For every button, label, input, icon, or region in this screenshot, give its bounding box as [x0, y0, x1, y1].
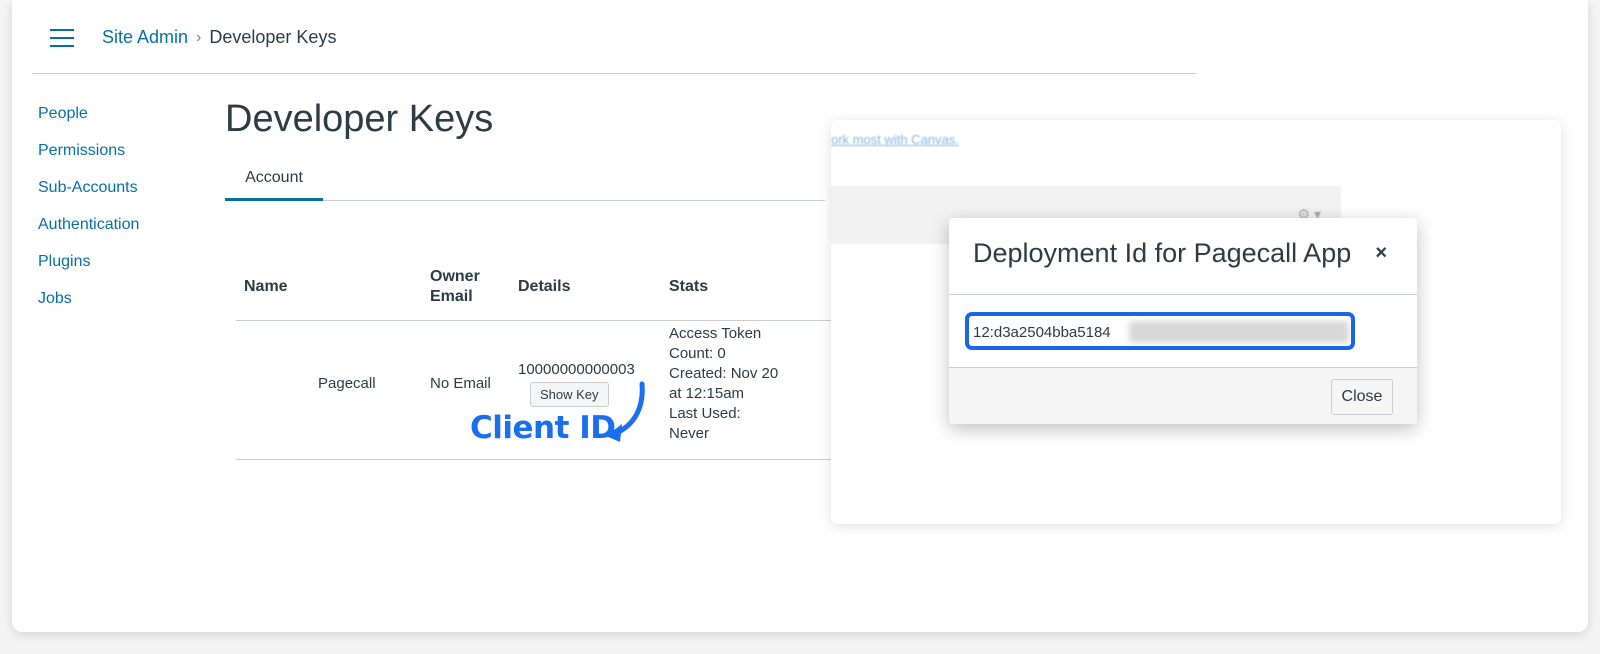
- hamburger-menu-icon[interactable]: [50, 29, 74, 47]
- client-id-annotation: Client ID: [470, 410, 616, 446]
- column-header-stats: Stats: [669, 278, 709, 295]
- page-title: Developer Keys: [225, 98, 494, 140]
- background-link-text: ork most with Canvas.: [831, 132, 959, 147]
- modal-title: Deployment Id for Pagecall App: [973, 238, 1352, 268]
- close-icon[interactable]: ×: [1375, 242, 1387, 265]
- breadcrumb-current: Developer Keys: [209, 27, 337, 47]
- sidebar-item-permissions[interactable]: Permissions: [38, 142, 139, 179]
- top-header: Site Admin › Developer Keys: [32, 0, 1196, 74]
- curved-arrow-icon: [606, 381, 645, 442]
- sidebar-item-jobs[interactable]: Jobs: [38, 290, 139, 327]
- redacted-id-blur: [1129, 321, 1349, 343]
- show-key-button[interactable]: Show Key: [530, 382, 609, 407]
- sidebar-item-people[interactable]: People: [38, 105, 139, 142]
- modal-header: Deployment Id for Pagecall App ×: [949, 218, 1417, 295]
- column-header-details: Details: [518, 278, 571, 295]
- breadcrumb-site-admin-link[interactable]: Site Admin: [102, 27, 188, 48]
- tab-account[interactable]: Account: [225, 163, 323, 201]
- admin-sidebar: People Permissions Sub-Accounts Authenti…: [38, 105, 139, 327]
- key-stats: Access Token Count: 0 Created: Nov 20 at…: [669, 325, 779, 442]
- sidebar-item-authentication[interactable]: Authentication: [38, 216, 139, 253]
- table-header-divider: [236, 320, 836, 321]
- sidebar-item-plugins[interactable]: Plugins: [38, 253, 139, 290]
- column-header-owner-email: Owner Email: [430, 268, 480, 305]
- breadcrumb: Site Admin › Developer Keys: [102, 27, 336, 48]
- deployment-id-highlight: [965, 312, 1355, 350]
- modal-body: [949, 295, 1417, 367]
- breadcrumb-chevron-icon: ›: [196, 28, 202, 46]
- table-row-divider: [236, 459, 836, 460]
- column-header-name: Name: [244, 278, 288, 295]
- key-name: Pagecall: [318, 375, 376, 392]
- modal-footer: Close: [949, 367, 1417, 424]
- deployment-id-modal: Deployment Id for Pagecall App × Close: [949, 218, 1417, 424]
- developer-key-id: 10000000000003: [518, 361, 635, 378]
- owner-email: No Email: [430, 375, 491, 392]
- sidebar-item-sub-accounts[interactable]: Sub-Accounts: [38, 179, 139, 216]
- close-button[interactable]: Close: [1331, 379, 1393, 415]
- tab-bar: Account: [225, 163, 825, 201]
